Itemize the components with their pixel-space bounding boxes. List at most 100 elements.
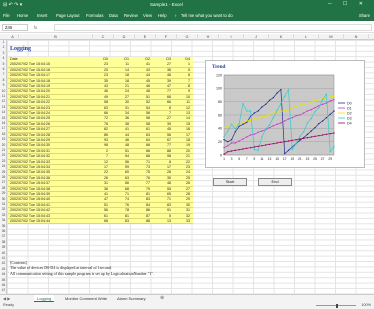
y-tick-label: 100 [216,87,222,91]
date-cell[interactable]: 2002/07/02 Tue 15:04:44 [10,219,90,224]
x-tick-label: 7 [246,157,248,161]
comment-line-2: All communication setting of this sample… [10,270,155,276]
data-point-d0 [276,92,278,94]
data-point-d4 [230,150,233,152]
value-cell[interactable]: 33 [174,219,190,224]
data-point-d1 [230,142,233,144]
sheet-tab-logging[interactable]: Logging [34,295,55,302]
data-point-d0 [265,103,267,106]
data-point-d3 [280,102,282,105]
row-headers: 1 2 3 4 5 6 7 8 9 10 11 12 13 14 15 16 17 18 19 20 21 22 23 24 2… [0,40,7,294]
add-sheet-icon[interactable]: ⊕ [160,295,164,301]
lightbulb-icon: ♀ [174,13,178,18]
legend-label: D2 [347,111,352,115]
data-point-d0 [314,126,316,129]
data-point-d2 [302,103,305,106]
tab-data[interactable]: Data [109,13,118,18]
ribbon-tabs: File Home Insert Page Layout Formulas Da… [0,10,374,21]
y-tick-label: 20 [218,140,222,144]
data-point-d0 [257,110,259,112]
data-point-d0 [310,130,312,132]
data-point-d3 [299,135,301,138]
maximize-icon[interactable]: ☐ [343,1,352,7]
data-point-d3 [268,124,271,126]
sheet-tab-alarm[interactable]: Alarm Summary [114,295,149,302]
table-row: 2002/07/02 Tue 15:04:44 66 83 88 13 33 [8,219,193,225]
row-header[interactable]: 47 [0,288,7,293]
tab-help[interactable]: Help [158,13,167,18]
data-point-d1 [272,124,275,127]
value-cell[interactable]: 83 [111,219,129,224]
data-point-d4 [299,138,301,140]
sheet-nav-arrows-icon[interactable]: ◀ ▶ [3,296,10,301]
data-point-d0 [299,139,301,142]
tab-review[interactable]: Review [124,13,138,18]
minimize-icon[interactable]: ─ [328,1,337,7]
zoom-slider-knob[interactable] [336,303,338,308]
fx-icon[interactable]: fx [34,25,37,30]
legend-label: D1 [347,106,352,110]
data-point-d3 [295,142,297,145]
data-point-d0 [325,116,328,119]
formula-bar: Z45 fx [0,23,374,33]
data-point-d2 [299,104,301,106]
data-point-d1 [227,144,229,147]
data-point-d4 [314,135,316,138]
data-point-d1 [295,114,297,117]
data-point-d3 [234,128,237,130]
data-point-d4 [223,153,225,156]
value-cell[interactable]: 88 [132,219,150,224]
trend-chart[interactable]: Trend 0 20 40 60 80 100 120 1 3 5 7 9 11 13 15 17 19 21 23… [205,60,365,168]
share-button[interactable]: Share [359,13,370,18]
tab-page-layout[interactable]: Page Layout [56,13,80,18]
data-point-d2 [268,113,271,116]
tell-me-box[interactable]: Tell me what you want to do [181,13,233,18]
data-point-d1 [280,122,282,124]
value-cell[interactable]: 66 [90,219,108,224]
data-point-d0 [227,140,229,143]
chart-svg: 0204060801001201 3 5 7 9 11 13 15 17 19 21 23 25 27 29… [216,73,352,161]
tab-file[interactable]: File [3,13,10,18]
data-point-d3 [227,130,229,132]
data-point-d2 [318,98,320,101]
data-point-d4 [268,143,271,146]
data-point-d3 [276,109,278,112]
x-tick-label: 13 [268,157,272,161]
x-tick-label: 17 [283,157,287,161]
quick-access-toolbar[interactable]: ⊟ ↶ ↷ ▾ [3,2,22,8]
data-point-d4 [261,144,263,147]
data-point-d3 [249,110,252,112]
sheet-tab-monitor[interactable]: Monitor Comment Write [62,295,110,302]
x-tick-label: 21 [298,157,302,161]
value-cell[interactable]: 13 [153,219,171,224]
title-bar: ⊟ ↶ ↷ ▾ Sample1 - Excel ─ ☐ ✕ [0,0,374,10]
data-point-d2 [242,122,244,124]
legend-label: D4 [347,121,352,125]
start-button[interactable]: Start [213,178,247,186]
data-point-d0 [253,112,256,114]
data-point-d4 [238,148,240,151]
data-point-d1 [261,130,263,132]
data-point-d1 [223,146,225,149]
data-point-d1 [283,120,286,122]
window-controls[interactable]: ─ ☐ ✕ [328,1,368,7]
data-point-d3 [230,123,233,126]
formula-input[interactable] [54,24,372,31]
data-point-d2 [295,105,297,108]
tab-view[interactable]: View [143,13,152,18]
close-icon[interactable]: ✕ [359,1,368,7]
tab-formulas[interactable]: Formulas [86,13,103,18]
name-box[interactable]: Z45 [2,24,28,31]
data-point-d4 [291,139,293,142]
tab-home[interactable]: Home [17,13,28,18]
x-tick-label: 1 [223,157,225,161]
data-point-d4 [280,141,282,144]
tab-insert[interactable]: Insert [37,13,47,18]
data-point-d0 [234,130,237,133]
data-point-d4 [242,148,244,150]
data-point-d4 [253,146,256,148]
end-button[interactable]: End [258,178,292,186]
data-point-d0 [246,121,248,124]
data-point-d0 [329,113,331,116]
data-point-d2 [249,119,252,122]
